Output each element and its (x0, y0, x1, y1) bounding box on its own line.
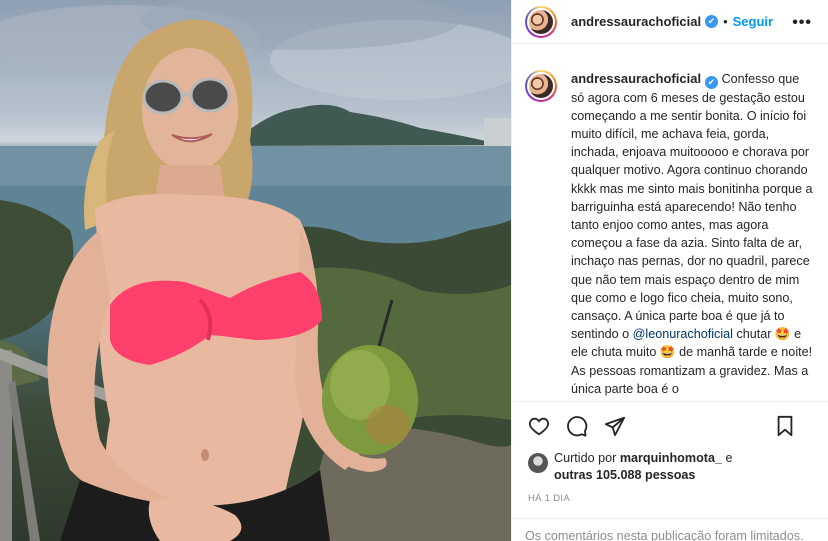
verified-badge-icon: ✔ (705, 75, 719, 89)
heart-outline-icon[interactable] (528, 415, 550, 437)
likes-prefix: Curtido por (554, 451, 620, 465)
author-username[interactable]: andressaurachoficial (571, 14, 701, 29)
caption-area[interactable]: andressaurachoficial ✔ Confesso que só ag… (512, 56, 828, 401)
caption-text: Confesso que só agora com 6 meses de ges… (571, 72, 813, 342)
caption-mention-link[interactable]: @leonurachoficial (633, 327, 733, 341)
caption: andressaurachoficial ✔ Confesso que só ag… (571, 70, 813, 401)
more-options-icon[interactable]: ••• (792, 14, 812, 32)
caption-username[interactable]: andressaurachoficial (571, 71, 701, 86)
liker-avatar[interactable] (528, 453, 548, 473)
follow-button[interactable]: Seguir (733, 14, 773, 29)
post-side-panel: andressaurachoficial ✔ • Seguir ••• andr… (511, 0, 828, 541)
comments-limited-notice: Os comentários nesta publicação foram li… (512, 518, 828, 541)
post-actions (512, 401, 828, 449)
header-separator: • (723, 14, 728, 29)
liker-username[interactable]: marquinhomota_ (620, 451, 722, 465)
likes-middle: e (721, 451, 733, 465)
post-timestamp[interactable]: HÁ 1 DIA (528, 493, 570, 504)
caption-author-avatar[interactable] (525, 70, 557, 102)
photo-illustration (0, 0, 511, 541)
likes-summary: Curtido por marquinhomota_ e outras 105.… (528, 450, 818, 484)
likes-count[interactable]: outras 105.088 pessoas (554, 468, 695, 482)
post-photo[interactable] (0, 0, 511, 541)
likes-text: Curtido por marquinhomota_ e outras 105.… (554, 450, 733, 484)
paper-plane-icon[interactable] (604, 415, 626, 437)
post-header: andressaurachoficial ✔ • Seguir ••• (512, 0, 828, 44)
author-avatar[interactable] (525, 5, 557, 38)
verified-badge-icon: ✔ (705, 15, 719, 28)
bookmark-icon[interactable] (775, 415, 797, 437)
comment-bubble-icon[interactable] (566, 415, 588, 437)
